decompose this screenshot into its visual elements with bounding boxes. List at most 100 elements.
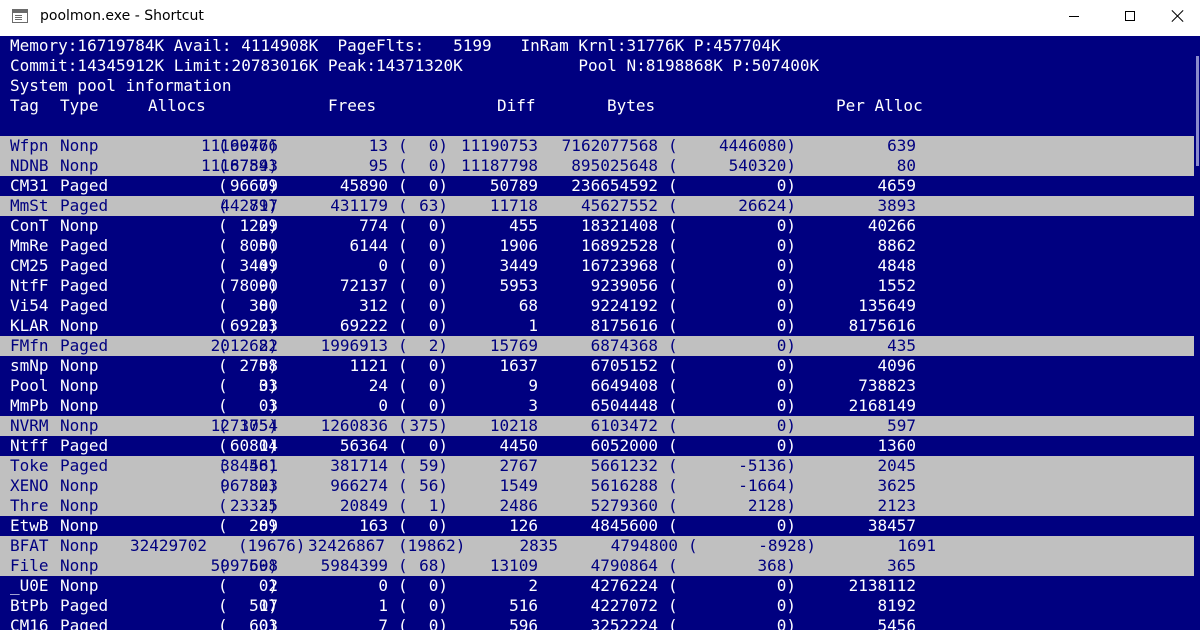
- allocs-delta-cell: 0): [258, 576, 278, 595]
- allocs-delta-cell: 0): [258, 216, 278, 235]
- paren-open: (: [218, 416, 228, 435]
- frees-delta-cell: 1): [428, 496, 448, 515]
- tag-cell: MmRe: [10, 236, 49, 255]
- diff-cell: 1: [528, 316, 538, 335]
- paren-open: (: [398, 376, 408, 395]
- paren-open: (: [398, 296, 408, 315]
- diff-cell: 3449: [499, 256, 538, 275]
- frees-delta-cell: 0): [428, 396, 448, 415]
- bytes-delta-cell: 0): [776, 376, 796, 395]
- per-alloc-cell: 40266: [867, 216, 916, 235]
- frees-delta-cell: 0): [428, 256, 448, 275]
- tag-cell: KLAR: [10, 316, 49, 335]
- tag-cell: CM25: [10, 256, 49, 275]
- paren-open: (: [218, 296, 228, 315]
- paren-open: (: [668, 316, 678, 335]
- per-alloc-cell: 8175616: [848, 316, 916, 335]
- tag-cell: MmPb: [10, 396, 49, 415]
- paren-open: (: [398, 336, 408, 355]
- column-header-per-alloc: Per Alloc: [836, 96, 923, 115]
- allocs-delta-cell: 69): [249, 556, 278, 575]
- per-alloc-cell: 365: [887, 556, 916, 575]
- allocs-delta-cell: 0): [258, 356, 278, 375]
- frees-cell: 0: [378, 256, 388, 275]
- bytes-cell: 5661232: [590, 456, 658, 475]
- paren-open: (: [668, 616, 678, 630]
- diff-cell: 11718: [489, 196, 538, 215]
- bytes-delta-cell: 0): [776, 176, 796, 195]
- bytes-cell: 5279360: [590, 496, 658, 515]
- allocs-delta-cell: 2): [258, 496, 278, 515]
- frees-delta-cell: 0): [428, 356, 448, 375]
- bytes-cell: 9224192: [590, 296, 658, 315]
- bytes-cell: 6504448: [590, 396, 658, 415]
- allocs-delta-cell: 0): [258, 296, 278, 315]
- diff-cell: 2: [528, 576, 538, 595]
- frees-cell: 5984399: [320, 556, 388, 575]
- title-bar[interactable]: poolmon.exe - Shortcut: [0, 0, 1200, 37]
- paren-open: (: [398, 216, 408, 235]
- paren-open: (: [218, 276, 228, 295]
- per-alloc-cell: 4096: [877, 356, 916, 375]
- paren-open: (: [668, 136, 678, 155]
- bytes-delta-cell: 540320): [728, 156, 796, 175]
- bytes-cell: 6705152: [590, 356, 658, 375]
- frees-cell: 69222: [339, 316, 388, 335]
- bytes-cell: 6052000: [590, 436, 658, 455]
- column-header-frees: Frees: [328, 96, 377, 115]
- bytes-cell: 7162077568: [561, 136, 658, 155]
- paren-open: (: [668, 216, 678, 235]
- allocs-delta-cell: 0): [258, 396, 278, 415]
- diff-cell: 1906: [499, 236, 538, 255]
- bytes-delta-cell: 0): [776, 576, 796, 595]
- scrollbar-thumb[interactable]: [1196, 56, 1199, 166]
- console-output[interactable]: Memory:16719784K Avail: 4114908K PageFlt…: [0, 36, 1200, 630]
- frees-cell: 381714: [330, 456, 388, 475]
- paren-open: (: [218, 256, 228, 275]
- tag-cell: Vi54: [10, 296, 49, 315]
- paren-open: (: [398, 356, 408, 375]
- paren-open: (: [218, 316, 228, 335]
- bytes-cell: 895025648: [571, 156, 658, 175]
- frees-delta-cell: 0): [428, 616, 448, 630]
- maximize-button[interactable]: [1107, 0, 1153, 32]
- frees-cell: 966274: [330, 476, 388, 495]
- diff-cell: 126: [509, 516, 538, 535]
- frees-cell: 24: [368, 376, 388, 395]
- tag-cell: Toke: [10, 456, 49, 475]
- minimize-button[interactable]: [1051, 0, 1097, 32]
- paren-open: (: [398, 576, 408, 595]
- diff-cell: 50789: [489, 176, 538, 195]
- paren-open: (: [398, 396, 408, 415]
- per-alloc-cell: 8192: [877, 596, 916, 615]
- paren-open: (: [218, 176, 228, 195]
- paren-open: (: [398, 496, 408, 515]
- tag-cell: BtPb: [10, 596, 49, 615]
- diff-cell: 1637: [499, 356, 538, 375]
- close-button[interactable]: [1155, 0, 1200, 32]
- column-header-allocs: Allocs: [148, 96, 206, 115]
- frees-cell: 312: [359, 296, 388, 315]
- paren-open: (: [218, 496, 228, 515]
- diff-cell: 596: [509, 616, 538, 630]
- diff-cell: 1549: [499, 476, 538, 495]
- bytes-cell: 3252224: [590, 616, 658, 630]
- paren-open: (: [398, 136, 408, 155]
- per-alloc-cell: 435: [887, 336, 916, 355]
- bytes-delta-cell: 0): [776, 216, 796, 235]
- per-alloc-cell: 1360: [877, 436, 916, 455]
- per-alloc-cell: 8862: [877, 236, 916, 255]
- bytes-cell: 8175616: [590, 316, 658, 335]
- allocs-delta-cell: (19676): [238, 536, 306, 555]
- frees-delta-cell: 0): [428, 296, 448, 315]
- bytes-delta-cell: 0): [776, 436, 796, 455]
- column-header-tag: Tag: [10, 96, 39, 115]
- vertical-scrollbar[interactable]: [1194, 36, 1200, 630]
- tag-cell: Pool: [10, 376, 49, 395]
- per-alloc-cell: 38457: [867, 516, 916, 535]
- paren-open: (: [398, 616, 408, 630]
- paren-open: (: [668, 276, 678, 295]
- bytes-cell: 45627552: [580, 196, 658, 215]
- pool-info-heading: System pool information: [10, 76, 232, 95]
- diff-cell: 3: [528, 396, 538, 415]
